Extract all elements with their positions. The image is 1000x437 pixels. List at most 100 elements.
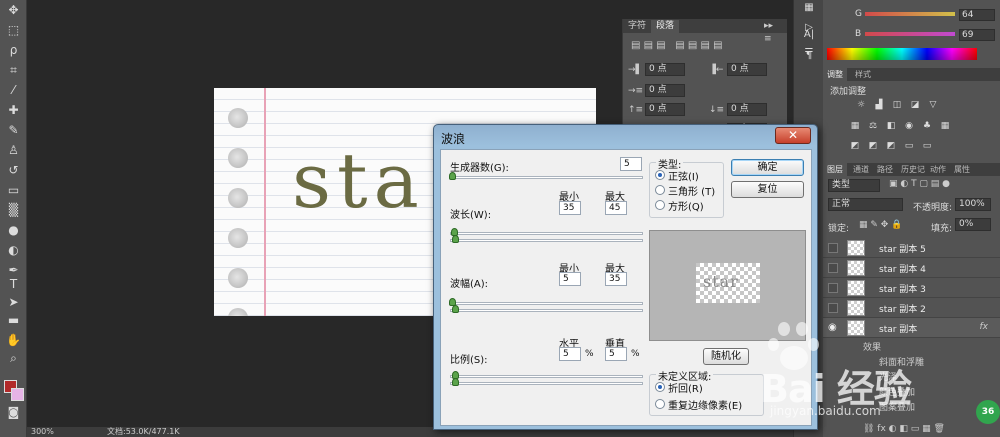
opacity-field[interactable]: 100% bbox=[955, 198, 991, 211]
eraser-tool-icon[interactable]: ▭ bbox=[4, 182, 23, 199]
type-triangle-radio[interactable] bbox=[655, 185, 665, 195]
space-after-field[interactable]: 0 点 bbox=[727, 103, 767, 116]
shape-tool-icon[interactable]: ▬ bbox=[4, 312, 23, 329]
hue-saturation-icon[interactable]: ▦ bbox=[849, 121, 861, 132]
brush-tool-icon[interactable]: ✎ bbox=[4, 122, 23, 139]
photo-filter-icon[interactable]: ◉ bbox=[903, 121, 915, 132]
lasso-tool-icon[interactable]: ρ bbox=[4, 42, 23, 59]
green-value[interactable]: 64 bbox=[959, 9, 995, 21]
quick-mask-icon[interactable]: ◙ bbox=[4, 404, 23, 421]
color-spectrum[interactable] bbox=[827, 48, 977, 60]
align-buttons[interactable]: ▤ ▤ ▤ ▤ ▤ ▤ ▤ bbox=[631, 40, 723, 51]
space-before-field[interactable]: 0 点 bbox=[645, 103, 685, 116]
exposure-icon[interactable]: ◪ bbox=[909, 100, 921, 111]
healing-tool-icon[interactable]: ✚ bbox=[4, 102, 23, 119]
scale-vertical-knob[interactable] bbox=[452, 378, 459, 386]
dodge-tool-icon[interactable]: ◐ bbox=[4, 242, 23, 259]
layer-row[interactable]: star 副本 4 bbox=[823, 258, 1000, 278]
layer-kind-filter[interactable]: 类型 bbox=[828, 179, 880, 192]
invert-icon[interactable]: ◩ bbox=[849, 141, 861, 152]
history-panel-icon[interactable]: ▦ bbox=[801, 2, 817, 16]
fill-field[interactable]: 0% bbox=[955, 218, 991, 231]
layer-bottom-buttons[interactable]: ⛓ fx ◐ ◧ ▭ ▦ 🗑 bbox=[863, 424, 945, 434]
layer-row[interactable]: star 副本 3 bbox=[823, 278, 1000, 298]
tab-styles[interactable]: 样式 bbox=[851, 68, 875, 81]
tab-channels[interactable]: 通道 bbox=[849, 163, 873, 176]
scale-vertical-input[interactable]: 5 bbox=[605, 347, 627, 361]
generators-slider-knob[interactable] bbox=[449, 172, 456, 180]
wavelength-max-knob[interactable] bbox=[452, 235, 459, 243]
dialog-titlebar[interactable]: 波浪 ✕ bbox=[434, 125, 817, 149]
layer-row[interactable]: star 副本 5 bbox=[823, 238, 1000, 258]
selective-color-icon[interactable]: ▭ bbox=[921, 141, 933, 152]
close-button[interactable]: ✕ bbox=[775, 127, 811, 144]
layer-row[interactable]: star 副本 2 bbox=[823, 298, 1000, 318]
clone-stamp-tool-icon[interactable]: ♙ bbox=[4, 142, 23, 159]
randomize-button[interactable]: 随机化 bbox=[703, 348, 749, 365]
gradient-tool-icon[interactable]: ▒ bbox=[4, 202, 23, 219]
visibility-toggle[interactable] bbox=[828, 283, 838, 293]
repeat-edge-label[interactable]: 重复边缘像素(E) bbox=[668, 397, 742, 412]
layer-row-selected[interactable]: ◉ star 副本 fx bbox=[823, 318, 1000, 338]
green-slider[interactable] bbox=[865, 12, 955, 16]
effect-item[interactable]: 颜色叠加 bbox=[879, 385, 915, 398]
type-square-label[interactable]: 方形(Q) bbox=[668, 198, 704, 213]
posterize-icon[interactable]: ◩ bbox=[867, 141, 879, 152]
zoom-level[interactable]: 300% bbox=[31, 427, 54, 437]
paragraph-panel-icon[interactable]: ¶ bbox=[801, 50, 817, 64]
tab-character[interactable]: 字符 bbox=[623, 20, 651, 33]
tab-history[interactable]: 历史记 bbox=[897, 163, 929, 176]
tab-properties[interactable]: 属性 bbox=[950, 163, 974, 176]
move-tool-icon[interactable]: ✥ bbox=[4, 2, 23, 19]
eyedropper-tool-icon[interactable]: ⁄ bbox=[4, 82, 23, 99]
amplitude-slider[interactable] bbox=[450, 302, 643, 305]
visibility-toggle[interactable] bbox=[828, 303, 838, 313]
amplitude-max-knob[interactable] bbox=[452, 305, 459, 313]
effect-item[interactable]: 斜面和浮雕 bbox=[879, 355, 924, 368]
vibrance-icon[interactable]: ▽ bbox=[927, 100, 939, 111]
visibility-toggle[interactable] bbox=[828, 243, 838, 253]
scale-horizontal-slider[interactable] bbox=[450, 375, 643, 378]
blue-slider[interactable] bbox=[865, 32, 955, 36]
amplitude-max-input[interactable]: 35 bbox=[605, 272, 627, 286]
blue-value[interactable]: 69 bbox=[959, 29, 995, 41]
effect-item[interactable]: 光泽 bbox=[879, 370, 897, 383]
zoom-tool-icon[interactable]: ⌕ bbox=[4, 350, 23, 367]
color-balance-icon[interactable]: ⚖ bbox=[867, 121, 879, 132]
tab-adjustments[interactable]: 调整 bbox=[823, 68, 847, 81]
blur-tool-icon[interactable]: ● bbox=[4, 222, 23, 239]
amplitude-slider-max[interactable] bbox=[450, 309, 643, 312]
layer-filter-icons[interactable]: ▣ ◐ T ▢ ▤ ● bbox=[889, 179, 950, 189]
gradient-map-icon[interactable]: ▭ bbox=[903, 141, 915, 152]
wrap-around-radio[interactable] bbox=[655, 382, 665, 392]
channel-mixer-icon[interactable]: ♣ bbox=[921, 121, 933, 132]
black-white-icon[interactable]: ◧ bbox=[885, 121, 897, 132]
wrap-around-label[interactable]: 折回(R) bbox=[668, 380, 703, 395]
levels-icon[interactable]: ▟ bbox=[873, 100, 885, 111]
tab-actions[interactable]: 动作 bbox=[926, 163, 950, 176]
generators-slider[interactable] bbox=[450, 176, 643, 179]
wavelength-min-input[interactable]: 35 bbox=[559, 201, 581, 215]
type-triangle-label[interactable]: 三角形 (T) bbox=[668, 183, 715, 198]
type-square-radio[interactable] bbox=[655, 200, 665, 210]
background-color-swatch[interactable] bbox=[11, 388, 24, 401]
effects-label[interactable]: 效果 bbox=[863, 340, 881, 353]
wavelength-slider[interactable] bbox=[450, 232, 643, 235]
crop-tool-icon[interactable]: ⌗ bbox=[4, 62, 23, 79]
brightness-icon[interactable]: ☼ bbox=[855, 100, 867, 111]
amplitude-min-input[interactable]: 5 bbox=[559, 272, 581, 286]
history-brush-tool-icon[interactable]: ↺ bbox=[4, 162, 23, 179]
tab-paths[interactable]: 路径 bbox=[873, 163, 897, 176]
type-sine-radio[interactable] bbox=[655, 170, 665, 180]
repeat-edge-radio[interactable] bbox=[655, 399, 665, 409]
indent-first-field[interactable]: 0 点 bbox=[645, 84, 685, 97]
indent-right-field[interactable]: 0 点 bbox=[727, 63, 767, 76]
scale-vertical-slider[interactable] bbox=[450, 382, 643, 385]
visibility-toggle[interactable] bbox=[828, 263, 838, 273]
generators-input[interactable]: 5 bbox=[620, 157, 642, 171]
threshold-icon[interactable]: ◩ bbox=[885, 141, 897, 152]
panel-menu-icon[interactable]: ▸▸ ≡ bbox=[759, 20, 787, 44]
effect-item[interactable]: 图案叠加 bbox=[879, 400, 915, 413]
color-lookup-icon[interactable]: ▦ bbox=[939, 121, 951, 132]
hand-tool-icon[interactable]: ✋ bbox=[4, 332, 23, 349]
